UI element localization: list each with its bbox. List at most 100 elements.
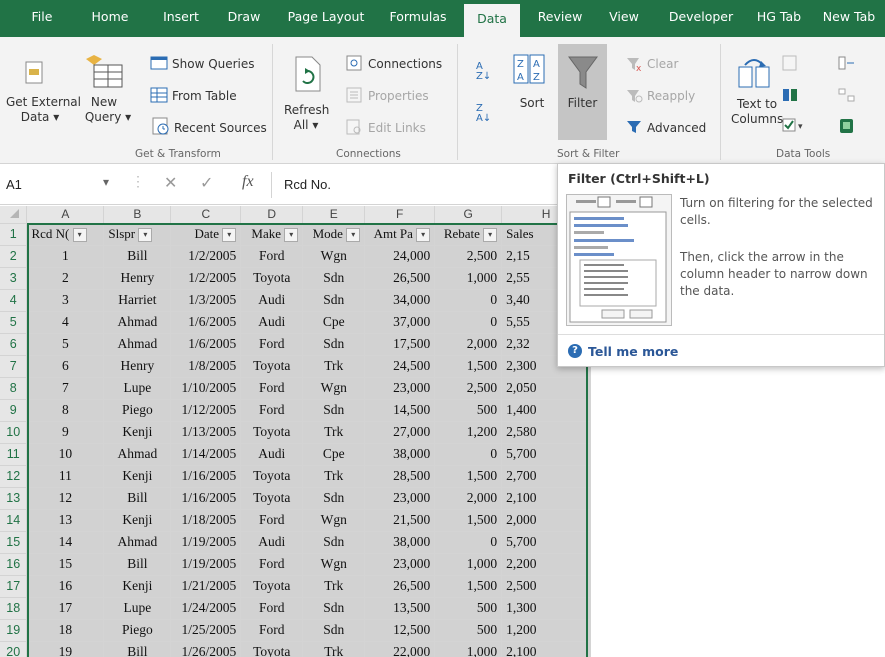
tab-formulas[interactable]: Formulas [385,0,451,37]
table-cell[interactable]: 2,580 [501,421,591,444]
table-cell[interactable]: 1/16/2005 [170,465,242,488]
table-cell[interactable]: Audi [240,531,304,554]
table-cell[interactable]: 500 [434,597,503,620]
table-cell[interactable]: Trk [302,465,366,488]
name-box-dropdown-icon[interactable]: ▾ [103,175,109,189]
table-cell[interactable]: 9 [26,421,105,444]
row-header[interactable]: 2 [0,245,28,268]
table-cell[interactable]: Kenji [103,509,172,532]
row-header[interactable]: 14 [0,509,28,532]
table-cell[interactable]: Ford [240,509,304,532]
table-cell[interactable]: Harriet [103,289,172,312]
table-cell[interactable]: Kenji [103,575,172,598]
enter-icon[interactable]: ✓ [200,173,213,193]
table-cell[interactable]: 38,000 [364,443,436,466]
table-cell[interactable]: Wgn [302,245,366,268]
filter-dropdown-icon[interactable]: ▾ [483,228,498,242]
table-cell[interactable]: 5 [26,333,105,356]
table-cell[interactable]: 2,050 [501,377,591,400]
table-cell[interactable]: Wgn [302,509,366,532]
table-cell[interactable]: 1/6/2005 [170,311,242,334]
row-header[interactable]: 13 [0,487,28,510]
tab-page-layout[interactable]: Page Layout [283,0,369,37]
table-cell[interactable]: Bill [103,641,172,657]
table-cell[interactable]: 2,100 [501,641,591,657]
table-cell[interactable]: 1/2/2005 [170,245,242,268]
table-cell[interactable]: 1/21/2005 [170,575,242,598]
table-cell[interactable]: 18 [26,619,105,642]
table-cell[interactable]: 3 [26,289,105,312]
table-cell[interactable]: 2 [26,267,105,290]
table-cell[interactable]: 1,500 [434,355,503,378]
flash-fill-icon[interactable] [782,55,798,71]
row-header[interactable]: 18 [0,597,28,620]
header-cell[interactable]: Slspr ▾ [103,223,172,246]
table-cell[interactable]: Ford [240,399,304,422]
column-header[interactable]: A [26,206,105,224]
table-cell[interactable]: 1,300 [501,597,591,620]
table-cell[interactable]: 1/13/2005 [170,421,242,444]
table-cell[interactable]: 1/14/2005 [170,443,242,466]
table-cell[interactable]: 17 [26,597,105,620]
table-cell[interactable]: Wgn [302,377,366,400]
table-cell[interactable]: 6 [26,355,105,378]
table-cell[interactable]: 1/10/2005 [170,377,242,400]
table-cell[interactable]: 1/19/2005 [170,553,242,576]
header-cell[interactable]: Mode ▾ [302,223,366,246]
table-cell[interactable]: 1/26/2005 [170,641,242,657]
table-cell[interactable]: Toyota [240,355,304,378]
column-header[interactable]: C [170,206,242,224]
row-header[interactable]: 7 [0,355,28,378]
table-cell[interactable]: 1,000 [434,641,503,657]
table-cell[interactable]: 12 [26,487,105,510]
table-cell[interactable]: 27,000 [364,421,436,444]
table-cell[interactable]: 8 [26,399,105,422]
tab-data[interactable]: Data [464,4,520,37]
table-cell[interactable]: 26,500 [364,575,436,598]
table-cell[interactable]: 2,700 [501,465,591,488]
table-cell[interactable]: 2,500 [434,377,503,400]
table-cell[interactable]: 11 [26,465,105,488]
row-header[interactable]: 5 [0,311,28,334]
table-cell[interactable]: Trk [302,355,366,378]
table-cell[interactable]: 15 [26,553,105,576]
table-cell[interactable]: 1/18/2005 [170,509,242,532]
table-cell[interactable]: 13,500 [364,597,436,620]
filter-dropdown-icon[interactable]: ▾ [416,228,431,242]
tab-new[interactable]: New Tab [816,0,882,37]
table-cell[interactable]: Toyota [240,487,304,510]
column-header[interactable]: G [434,206,503,224]
data-validation-icon[interactable]: ▾ [782,117,806,133]
filter-dropdown-icon[interactable]: ▾ [284,228,299,242]
table-cell[interactable]: 1/3/2005 [170,289,242,312]
cancel-icon[interactable]: ✕ [164,173,177,193]
tell-me-more-link[interactable]: Tell me more [588,344,678,359]
table-cell[interactable]: 1,000 [434,267,503,290]
table-cell[interactable]: 0 [434,289,503,312]
table-cell[interactable]: 1,500 [434,465,503,488]
tab-review[interactable]: Review [531,0,589,37]
header-cell[interactable]: Make ▾ [240,223,304,246]
table-cell[interactable]: Trk [302,641,366,657]
table-cell[interactable]: 1,400 [501,399,591,422]
header-cell[interactable]: Date ▾ [170,223,242,246]
table-cell[interactable]: 1/2/2005 [170,267,242,290]
table-cell[interactable]: 1/8/2005 [170,355,242,378]
manage-data-model-icon[interactable] [838,117,856,135]
table-cell[interactable]: 24,000 [364,245,436,268]
consolidate-icon[interactable] [838,55,856,71]
row-header[interactable]: 15 [0,531,28,554]
table-cell[interactable]: 2,000 [434,333,503,356]
table-cell[interactable]: Bill [103,487,172,510]
table-cell[interactable]: Audi [240,289,304,312]
table-cell[interactable]: Ahmad [103,531,172,554]
tab-home[interactable]: Home [84,0,136,37]
table-cell[interactable]: Audi [240,443,304,466]
table-cell[interactable]: 0 [434,443,503,466]
table-cell[interactable]: 2,000 [434,487,503,510]
row-header[interactable]: 3 [0,267,28,290]
table-cell[interactable]: 1,200 [434,421,503,444]
filter-dropdown-icon[interactable]: ▾ [72,228,87,242]
table-cell[interactable]: 5,700 [501,443,591,466]
table-cell[interactable]: 0 [434,311,503,334]
